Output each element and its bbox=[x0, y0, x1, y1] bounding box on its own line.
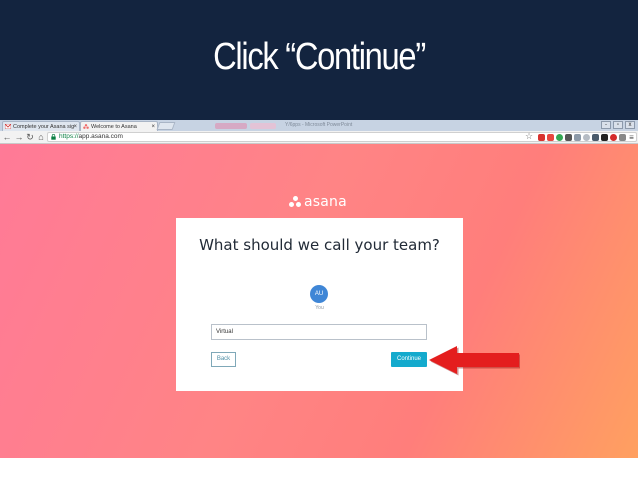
extension-icon[interactable] bbox=[538, 134, 545, 141]
lock-icon bbox=[51, 134, 56, 140]
extension-icon[interactable] bbox=[556, 134, 563, 141]
minimize-button[interactable]: - bbox=[601, 121, 611, 129]
extension-icon[interactable] bbox=[565, 134, 572, 141]
back-arrow-icon[interactable]: ← bbox=[2, 132, 12, 142]
asana-logo-text: asana bbox=[304, 194, 347, 210]
extension-icon[interactable] bbox=[574, 134, 581, 141]
card-title: What should we call your team? bbox=[199, 236, 440, 254]
team-name-card: What should we call your team? AU You Vi… bbox=[176, 218, 463, 391]
address-bar[interactable]: https://app.asana.com ☆ ≡ bbox=[47, 131, 637, 142]
tab-asana[interactable]: Welcome to Asana × bbox=[80, 121, 158, 131]
asana-page: asana What should we call your team? AU … bbox=[0, 144, 638, 458]
pinterest-icon[interactable] bbox=[610, 134, 617, 141]
extension-icon[interactable] bbox=[592, 134, 599, 141]
extension-icon[interactable] bbox=[601, 134, 608, 141]
maximize-button[interactable]: ▫ bbox=[613, 121, 623, 129]
tab-label: Welcome to Asana bbox=[91, 124, 137, 130]
forward-arrow-icon[interactable]: → bbox=[14, 132, 24, 142]
slide-banner: Click “Continue” bbox=[0, 0, 638, 120]
avatar: AU bbox=[310, 285, 328, 303]
window-controls: - ▫ x bbox=[601, 121, 635, 129]
home-icon[interactable]: ⌂ bbox=[36, 132, 46, 142]
team-name-input[interactable]: Virtual bbox=[211, 324, 427, 340]
pointer-arrow bbox=[429, 346, 520, 376]
tab-label: Complete your Asana sig bbox=[13, 124, 75, 130]
slide-title: Click “Continue” bbox=[213, 36, 426, 78]
browser-toolbar: ← → ↻ ⌂ https://app.asana.com ☆ ≡ bbox=[0, 131, 638, 144]
gmail-icon bbox=[5, 124, 11, 129]
extension-icon[interactable] bbox=[583, 134, 590, 141]
faded-window-title: Y/6pps - Microsoft PowerPoint bbox=[285, 122, 353, 128]
bookmark-star-icon[interactable]: ☆ bbox=[525, 131, 533, 142]
url-host: app.asana.com bbox=[78, 133, 123, 140]
url-text: https://app.asana.com bbox=[59, 133, 123, 141]
faded-window-thumb bbox=[250, 123, 276, 129]
url-scheme: https:// bbox=[59, 133, 79, 140]
new-tab-button[interactable] bbox=[156, 122, 176, 130]
browser-window: Complete your Asana sig × Welcome to Asa… bbox=[0, 120, 638, 458]
print-icon[interactable] bbox=[619, 134, 626, 141]
tab-bar: Complete your Asana sig × Welcome to Asa… bbox=[0, 120, 638, 131]
asana-logo: asana bbox=[289, 194, 347, 210]
faded-window-thumb bbox=[215, 123, 247, 129]
tab-gmail[interactable]: Complete your Asana sig × bbox=[2, 121, 80, 131]
close-window-button[interactable]: x bbox=[625, 121, 635, 129]
reload-icon[interactable]: ↻ bbox=[25, 132, 35, 142]
menu-icon[interactable]: ≡ bbox=[628, 134, 635, 142]
back-button[interactable]: Back bbox=[211, 352, 236, 367]
continue-button[interactable]: Continue bbox=[391, 352, 427, 367]
close-tab-icon[interactable]: × bbox=[73, 122, 77, 131]
asana-icon bbox=[83, 124, 89, 129]
extension-icon[interactable] bbox=[547, 134, 554, 141]
close-tab-icon[interactable]: × bbox=[151, 122, 155, 131]
asana-logo-icon bbox=[289, 196, 301, 208]
avatar-caption: You bbox=[315, 305, 324, 311]
